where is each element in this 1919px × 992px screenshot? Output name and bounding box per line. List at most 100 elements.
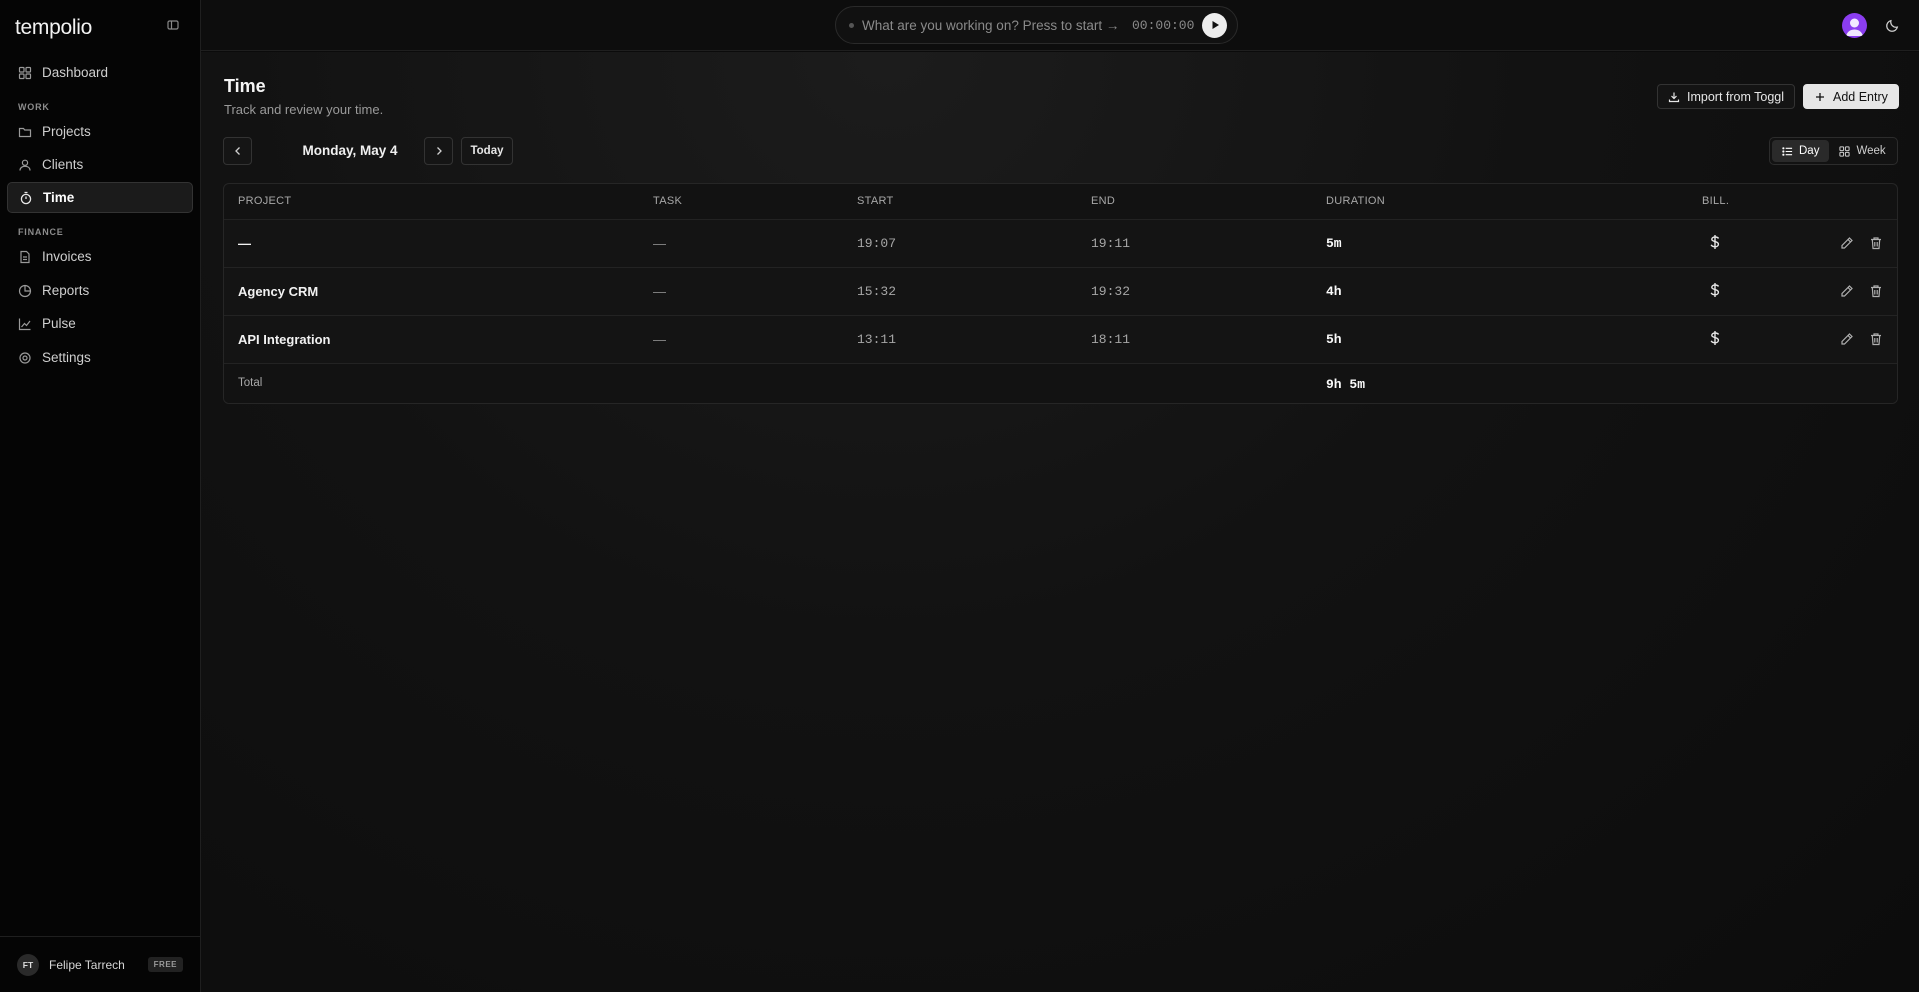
download-icon	[1668, 91, 1680, 103]
project-cell: —	[238, 236, 251, 251]
column-header-project: PROJECT	[238, 195, 292, 207]
start-cell: 15:32	[857, 284, 897, 299]
grid-icon	[18, 66, 32, 80]
trash-icon[interactable]	[1869, 284, 1883, 298]
sidebar: tempolio Dashboard WORK Projects Clients…	[0, 0, 201, 992]
document-icon	[18, 250, 32, 264]
end-cell: 18:11	[1091, 332, 1131, 347]
task-cell: —	[653, 332, 666, 347]
previous-day-button[interactable]	[223, 137, 252, 165]
add-entry-label: Add Entry	[1833, 89, 1888, 104]
dollar-icon[interactable]	[1708, 282, 1722, 298]
today-button[interactable]: Today	[461, 137, 513, 165]
sidebar-item-clients[interactable]: Clients	[7, 149, 193, 180]
sidebar-item-label: Reports	[42, 283, 90, 298]
table-row[interactable]: API Integration — 13:11 18:11 5h	[224, 316, 1897, 364]
import-toggl-button[interactable]: Import from Toggl	[1657, 84, 1796, 109]
brand-logo[interactable]: tempolio	[15, 16, 92, 40]
topbar: 00:00:00	[201, 0, 1919, 51]
timer-bar: 00:00:00	[835, 6, 1238, 44]
next-day-button[interactable]	[424, 137, 453, 165]
column-header-duration: DURATION	[1326, 195, 1386, 207]
start-timer-button[interactable]	[1202, 12, 1228, 38]
column-header-end: END	[1091, 195, 1116, 207]
plan-badge: FREE	[147, 957, 183, 972]
gear-icon	[18, 351, 32, 365]
table-row[interactable]: — — 19:07 19:11 5m	[224, 220, 1897, 268]
list-icon	[1782, 146, 1793, 157]
total-label: Total	[238, 377, 263, 389]
column-header-task: TASK	[653, 195, 683, 207]
pencil-icon[interactable]	[1840, 332, 1854, 346]
sidebar-item-settings[interactable]: Settings	[7, 342, 193, 373]
table-row[interactable]: Agency CRM — 15:32 19:32 4h	[224, 268, 1897, 316]
trash-icon[interactable]	[1869, 332, 1883, 346]
sidebar-item-time[interactable]: Time	[7, 182, 193, 213]
pencil-icon[interactable]	[1840, 236, 1854, 250]
total-value: 9h 5m	[1326, 377, 1366, 392]
trash-icon[interactable]	[1869, 236, 1883, 250]
add-entry-button[interactable]: Add Entry	[1803, 84, 1899, 109]
import-toggl-label: Import from Toggl	[1687, 89, 1785, 104]
pie-chart-icon	[18, 284, 32, 298]
user-name: Felipe Tarrech	[49, 957, 125, 972]
sidebar-item-invoices[interactable]: Invoices	[7, 241, 193, 272]
duration-cell: 5m	[1326, 236, 1342, 251]
sidebar-item-reports[interactable]: Reports	[7, 275, 193, 306]
sidebar-item-label: Projects	[42, 124, 91, 139]
view-week-label: Week	[1856, 145, 1886, 157]
start-cell: 13:11	[857, 332, 897, 347]
main-content: Time Track and review your time. Import …	[201, 52, 1919, 992]
sidebar-section-work: WORK	[18, 102, 50, 112]
view-week-button[interactable]: Week	[1829, 140, 1895, 162]
dollar-icon[interactable]	[1708, 234, 1722, 250]
moon-icon[interactable]	[1885, 18, 1900, 33]
time-entries-table: PROJECT TASK START END DURATION BILL. — …	[223, 183, 1898, 404]
sidebar-item-label: Pulse	[42, 316, 76, 331]
sidebar-item-label: Clients	[42, 157, 84, 172]
start-cell: 19:07	[857, 236, 897, 251]
column-header-start: START	[857, 195, 894, 207]
status-dot	[849, 22, 854, 28]
sidebar-item-dashboard[interactable]: Dashboard	[7, 57, 193, 88]
page-title: Time	[224, 76, 266, 96]
pencil-icon[interactable]	[1840, 284, 1854, 298]
table-header: PROJECT TASK START END DURATION BILL.	[224, 184, 1897, 220]
folder-icon	[18, 125, 32, 139]
task-cell: —	[653, 236, 666, 251]
duration-cell: 4h	[1326, 284, 1342, 299]
chevron-right-icon	[433, 145, 445, 157]
sidebar-toggle-icon[interactable]	[166, 18, 180, 32]
current-date: Monday, May 4	[302, 143, 398, 158]
view-day-label: Day	[1799, 145, 1820, 157]
user-icon	[18, 158, 32, 172]
sidebar-item-label: Invoices	[42, 249, 92, 264]
timer-input[interactable]	[862, 17, 1124, 33]
end-cell: 19:11	[1091, 236, 1131, 251]
project-cell: API Integration	[238, 332, 331, 347]
view-toggle: Day Week	[1769, 137, 1898, 165]
sidebar-item-projects[interactable]: Projects	[7, 116, 193, 147]
sidebar-item-label: Dashboard	[42, 65, 109, 80]
task-cell: —	[653, 284, 666, 299]
table-total-row: Total 9h 5m	[224, 364, 1897, 403]
stopwatch-icon	[19, 191, 33, 205]
sidebar-item-pulse[interactable]: Pulse	[7, 308, 193, 339]
dollar-icon[interactable]	[1708, 330, 1722, 346]
sidebar-item-label: Time	[43, 190, 75, 205]
grid-icon	[1839, 145, 1851, 157]
project-cell: Agency CRM	[238, 284, 319, 299]
column-header-billable: BILL.	[1702, 195, 1730, 207]
end-cell: 19:32	[1091, 284, 1131, 299]
plus-icon	[1814, 91, 1826, 103]
duration-cell: 5h	[1326, 332, 1342, 347]
play-icon	[1209, 19, 1221, 31]
user-avatar[interactable]	[1842, 13, 1867, 38]
avatar: FT	[17, 953, 39, 976]
user-profile[interactable]: FT Felipe Tarrech FREE	[0, 936, 200, 992]
view-day-button[interactable]: Day	[1772, 140, 1830, 162]
chevron-left-icon	[232, 145, 244, 157]
page-subtitle: Track and review your time.	[224, 102, 384, 117]
sidebar-section-finance: FINANCE	[18, 227, 64, 237]
sidebar-item-label: Settings	[42, 350, 91, 365]
